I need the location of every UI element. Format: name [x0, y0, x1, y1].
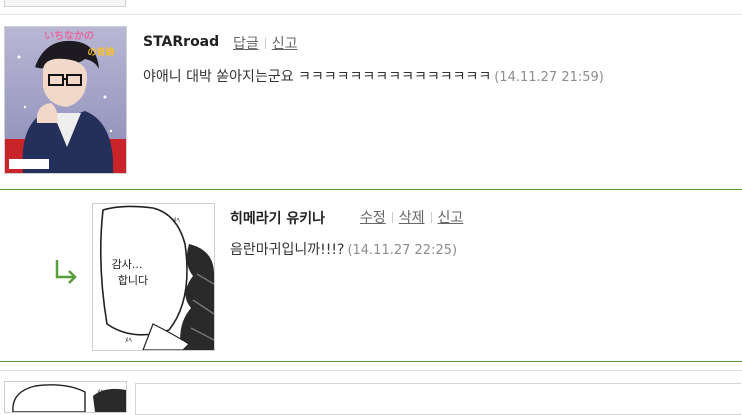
comment-timestamp: (14.11.27 22:25) [347, 243, 458, 258]
comment-body: 야애니 대박 쏟아지는군요 ㅋㅋㅋㅋㅋㅋㅋㅋㅋㅋㅋㅋㅋㅋㅋ (14.11.27 2… [143, 66, 604, 86]
svg-text:ﾒﾍ: ﾒﾍ [173, 216, 180, 224]
report-link[interactable]: 신고 [438, 210, 464, 226]
comment-author: 히메라기 유키나 [230, 211, 326, 227]
user-avatar[interactable]: ﾒﾍ ﾒﾍ 감사... 합니다 [92, 203, 215, 351]
avatar-caption-2: 합니다 [118, 274, 148, 287]
action-separator [430, 212, 432, 223]
current-user-avatar: ﾒﾍ [4, 381, 127, 413]
svg-text:ﾒﾍ: ﾒﾍ [97, 388, 104, 396]
comment-text: 음란마귀입니까!!!? [230, 242, 345, 258]
edit-link[interactable]: 수정 [360, 210, 386, 226]
report-link[interactable]: 신고 [272, 36, 298, 52]
comment-author: STARroad [143, 34, 220, 50]
comment-actions: 답글 신고 [233, 33, 298, 53]
avatar-caption-2: の奇跡 [87, 46, 114, 58]
comment-input[interactable] [135, 383, 741, 415]
svg-text:ﾒﾍ: ﾒﾍ [125, 336, 132, 344]
comment-body: 음란마귀입니까!!!? (14.11.27 22:25) [230, 239, 457, 259]
comment-actions: 수정 삭제 신고 [360, 207, 463, 227]
avatar-caption: いちなかの [44, 30, 94, 42]
previous-comment-avatar [4, 0, 126, 7]
user-avatar[interactable]: いちなかの の奇跡 [4, 26, 127, 174]
action-separator [391, 212, 393, 223]
reply-link[interactable]: 답글 [233, 36, 259, 52]
reply-comment-item: ﾒﾍ ﾒﾍ 감사... 합니다 히메라기 유키나 수정 삭제 신고 음란마귀입니까!… [0, 190, 742, 361]
avatar-caption: 감사... [112, 258, 143, 271]
comment-text: 야애니 대박 쏟아지는군요 ㅋㅋㅋㅋㅋㅋㅋㅋㅋㅋㅋㅋㅋㅋㅋ [143, 69, 492, 85]
comment-divider [0, 370, 742, 371]
comment-item: いちなかの の奇跡 STARroad 답글 신고 야애니 대박 쏟아지는군요 ㅋㅋ… [0, 15, 742, 189]
action-separator [264, 38, 266, 49]
delete-link[interactable]: 삭제 [399, 210, 425, 226]
reply-divider-bottom [0, 361, 742, 362]
comment-timestamp: (14.11.27 21:59) [494, 70, 604, 85]
